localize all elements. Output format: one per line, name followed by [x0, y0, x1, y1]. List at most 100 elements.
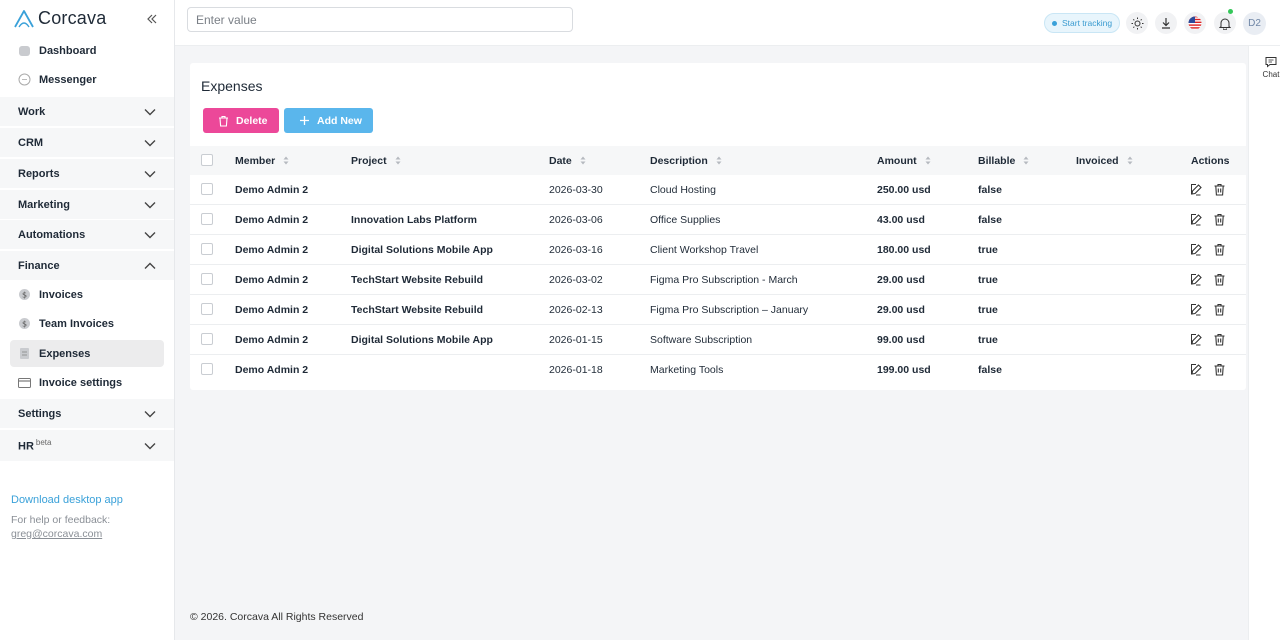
chat-tab[interactable]: Chat — [1249, 56, 1280, 79]
sort-icon — [580, 156, 586, 165]
cell-date: 2026-03-30 — [549, 184, 603, 196]
column-header-billable[interactable]: Billable — [978, 146, 1029, 175]
table-row[interactable]: Demo Admin 2 Digital Solutions Mobile Ap… — [190, 235, 1246, 265]
sort-icon — [1127, 156, 1133, 165]
cell-billable: true — [978, 274, 998, 286]
edit-icon[interactable] — [1190, 183, 1203, 196]
column-header-member[interactable]: Member — [235, 146, 289, 175]
sidebar-group-automations[interactable]: Automations — [0, 220, 174, 249]
sidebar-group-hr[interactable]: HR beta — [0, 430, 174, 461]
chevron-down-icon — [144, 201, 156, 208]
column-header-actions: Actions — [1191, 146, 1230, 175]
chat-bubble-icon — [18, 73, 31, 86]
search-input[interactable] — [187, 7, 573, 32]
column-header-project[interactable]: Project — [351, 146, 401, 175]
sidebar-group-reports[interactable]: Reports — [0, 159, 174, 188]
trash-icon[interactable] — [1213, 273, 1226, 286]
edit-icon[interactable] — [1190, 243, 1203, 256]
sidebar-item-label: Dashboard — [39, 44, 97, 57]
edit-icon[interactable] — [1190, 273, 1203, 286]
cell-member: Demo Admin 2 — [235, 364, 309, 376]
cell-member: Demo Admin 2 — [235, 304, 309, 316]
page-title: Expenses — [201, 78, 263, 94]
column-header-label: Date — [549, 154, 572, 167]
corcava-logo-icon — [14, 9, 34, 27]
column-header-label: Description — [650, 154, 708, 167]
cell-member: Demo Admin 2 — [235, 334, 309, 346]
row-checkbox[interactable] — [201, 183, 213, 195]
sidebar-item-label: Messenger — [39, 73, 97, 86]
trash-icon[interactable] — [1213, 243, 1226, 256]
help-email-link[interactable]: greg@corcava.com — [11, 527, 110, 541]
cell-billable: true — [978, 334, 998, 346]
sidebar-group-marketing[interactable]: Marketing — [0, 190, 174, 219]
sidebar-item-invoice-settings[interactable]: Invoice settings — [10, 369, 164, 396]
select-all-checkbox[interactable] — [201, 154, 213, 166]
receipt-icon — [20, 348, 29, 359]
cell-member: Demo Admin 2 — [235, 184, 309, 196]
column-header-description[interactable]: Description — [650, 146, 722, 175]
sidebar-group-crm[interactable]: CRM — [0, 128, 174, 157]
sidebar-item-dashboard[interactable]: Dashboard — [10, 37, 164, 64]
sidebar-item-label: Expenses — [39, 347, 91, 360]
table-row[interactable]: Demo Admin 2 2026-01-18 Marketing Tools … — [190, 355, 1246, 385]
sidebar-group-label-text: HR — [18, 440, 34, 453]
sidebar-group-settings[interactable]: Settings — [0, 399, 174, 428]
notifications-button[interactable] — [1214, 12, 1236, 34]
cell-member: Demo Admin 2 — [235, 244, 309, 256]
start-tracking-button[interactable]: Start tracking — [1044, 13, 1120, 33]
notification-indicator-icon — [1228, 9, 1233, 14]
cell-date: 2026-01-18 — [549, 364, 603, 376]
trash-icon[interactable] — [1213, 333, 1226, 346]
edit-icon[interactable] — [1190, 213, 1203, 226]
theme-toggle-button[interactable] — [1126, 12, 1148, 34]
delete-button[interactable]: Delete — [203, 108, 279, 133]
row-checkbox[interactable] — [201, 213, 213, 225]
expenses-card: Expenses Delete Add New Member Project D… — [190, 63, 1246, 390]
avatar[interactable]: D2 — [1243, 12, 1266, 35]
language-button[interactable] — [1184, 12, 1206, 34]
chevron-down-icon — [144, 442, 156, 449]
table-row[interactable]: Demo Admin 2 Digital Solutions Mobile Ap… — [190, 325, 1246, 355]
sort-icon — [1023, 156, 1029, 165]
cell-description: Figma Pro Subscription – January — [650, 304, 809, 316]
start-tracking-label: Start tracking — [1062, 18, 1113, 28]
trash-icon[interactable] — [1213, 213, 1226, 226]
chat-rail: Chat — [1248, 46, 1280, 640]
row-checkbox[interactable] — [201, 333, 213, 345]
cell-member: Demo Admin 2 — [235, 274, 309, 286]
collapse-sidebar-icon[interactable] — [146, 12, 158, 26]
edit-icon[interactable] — [1190, 363, 1203, 376]
download-desktop-app-link[interactable]: Download desktop app — [11, 494, 123, 506]
edit-icon[interactable] — [1190, 333, 1203, 346]
trash-icon[interactable] — [1213, 363, 1226, 376]
column-header-date[interactable]: Date — [549, 146, 586, 175]
row-checkbox[interactable] — [201, 243, 213, 255]
table-row[interactable]: Demo Admin 2 2026-03-30 Cloud Hosting 25… — [190, 175, 1246, 205]
add-new-button[interactable]: Add New — [284, 108, 373, 133]
sidebar-group-work[interactable]: Work — [0, 97, 174, 126]
table-row[interactable]: Demo Admin 2 TechStart Website Rebuild 2… — [190, 295, 1246, 325]
cell-amount: 250.00 usd — [877, 184, 931, 196]
table-row[interactable]: Demo Admin 2 Innovation Labs Platform 20… — [190, 205, 1246, 235]
brand-logo[interactable]: Corcava — [13, 8, 106, 29]
column-header-amount[interactable]: Amount — [877, 146, 931, 175]
column-header-invoiced[interactable]: Invoiced — [1076, 146, 1133, 175]
row-checkbox[interactable] — [201, 273, 213, 285]
cell-member: Demo Admin 2 — [235, 214, 309, 226]
download-button[interactable] — [1155, 12, 1177, 34]
sidebar-group-finance[interactable]: Finance — [0, 251, 174, 280]
sidebar-item-invoices[interactable]: $ Invoices — [10, 281, 164, 308]
sidebar-item-expenses[interactable]: Expenses — [10, 340, 164, 367]
table-row[interactable]: Demo Admin 2 TechStart Website Rebuild 2… — [190, 265, 1246, 295]
row-checkbox[interactable] — [201, 303, 213, 315]
dollar-coin-icon: $ — [19, 318, 30, 329]
sidebar-item-team-invoices[interactable]: $ Team Invoices — [10, 310, 164, 337]
trash-icon[interactable] — [1213, 183, 1226, 196]
row-checkbox[interactable] — [201, 363, 213, 375]
trash-icon[interactable] — [1213, 303, 1226, 316]
edit-icon[interactable] — [1190, 303, 1203, 316]
trash-icon — [219, 115, 228, 127]
plus-icon — [300, 116, 309, 125]
sidebar-item-messenger[interactable]: Messenger — [10, 66, 164, 93]
